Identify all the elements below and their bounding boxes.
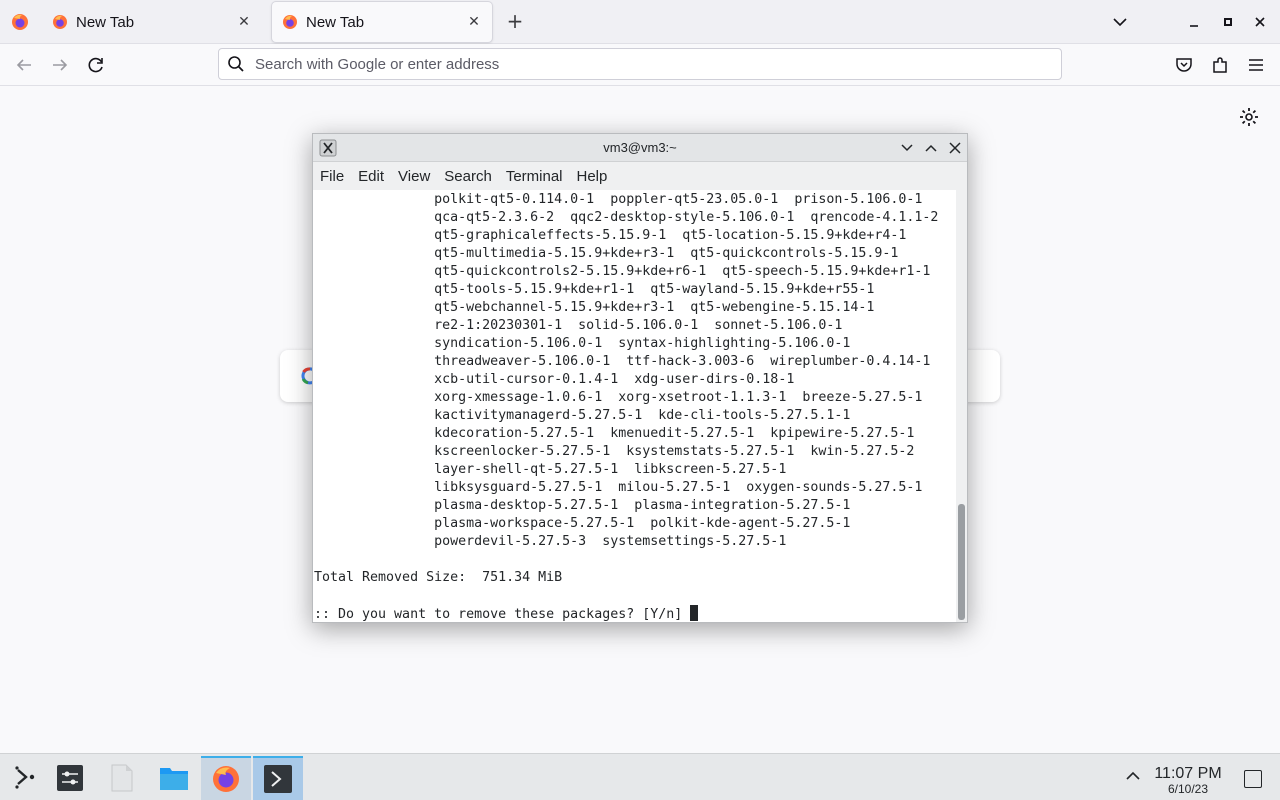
minimize-button[interactable] xyxy=(1184,12,1204,32)
terminal-line: xcb-util-cursor-0.1.4-1 xdg-user-dirs-0.… xyxy=(314,372,795,387)
firefox-favicon-icon xyxy=(53,15,67,29)
menu-terminal[interactable]: Terminal xyxy=(499,168,570,185)
new-tab-button[interactable]: + xyxy=(504,10,526,32)
terminal-line: plasma-desktop-5.27.5-1 plasma-integrati… xyxy=(314,498,851,513)
hamburger-menu-icon[interactable] xyxy=(1245,54,1267,76)
terminal-prompt-text: :: Do you want to remove these packages?… xyxy=(314,607,691,622)
terminal-line: Total Removed Size: 751.34 MiB xyxy=(314,570,563,585)
extensions-icon[interactable] xyxy=(1209,54,1231,76)
taskbar: 11:07 PM 6/10/23 xyxy=(0,753,1280,800)
maximize-button[interactable] xyxy=(1218,12,1238,32)
terminal-line: qt5-webchannel-5.15.9+kde+r3-1 qt5-weben… xyxy=(314,300,875,315)
terminal-line: syndication-5.106.0-1 syntax-highlightin… xyxy=(314,336,851,351)
menu-file[interactable]: File xyxy=(313,168,351,185)
terminal-line: qt5-tools-5.15.9+kde+r1-1 qt5-wayland-5.… xyxy=(314,282,875,297)
close-icon[interactable] xyxy=(947,140,963,156)
application-launcher[interactable] xyxy=(0,756,50,800)
terminal-line: qt5-graphicaleffects-5.15.9-1 qt5-locati… xyxy=(314,228,907,243)
address-bar[interactable] xyxy=(218,48,1062,80)
menu-view[interactable]: View xyxy=(391,168,437,185)
terminal-line: kdecoration-5.27.5-1 kmenuedit-5.27.5-1 … xyxy=(314,426,915,441)
terminal-app-icon xyxy=(264,765,292,793)
menu-help[interactable]: Help xyxy=(570,168,615,185)
show-desktop-button[interactable] xyxy=(1244,770,1262,788)
menu-edit[interactable]: Edit xyxy=(351,168,391,185)
settings-app-icon xyxy=(57,765,83,791)
navigation-toolbar xyxy=(0,44,1280,86)
tab-label: New Tab xyxy=(76,13,135,31)
list-all-tabs-chevron-icon[interactable] xyxy=(1110,12,1130,32)
tab-label: New Tab xyxy=(306,13,365,31)
terminal-cursor xyxy=(690,605,699,621)
close-tab-icon[interactable]: ✕ xyxy=(236,14,252,30)
taskbar-system-settings[interactable] xyxy=(45,756,95,800)
terminal-line: polkit-qt5-0.114.0-1 poppler-qt5-23.05.0… xyxy=(314,192,923,207)
tab-new-tab-1[interactable]: New Tab ✕ xyxy=(42,2,262,42)
reload-icon[interactable] xyxy=(85,54,107,76)
clock-date[interactable]: 6/10/23 xyxy=(1148,782,1228,796)
terminal-line: kscreenlocker-5.27.5-1 ksystemstats-5.27… xyxy=(314,444,915,459)
terminal-scrollbar-thumb[interactable] xyxy=(958,504,965,620)
taskbar-text-editor[interactable] xyxy=(97,756,147,800)
folder-app-icon xyxy=(160,768,188,790)
terminal-line: qt5-quickcontrols2-5.15.9+kde+r6-1 qt5-s… xyxy=(314,264,931,279)
document-app-icon xyxy=(111,764,133,792)
tab-bar: New Tab ✕ New Tab ✕ + xyxy=(0,0,1280,44)
search-icon xyxy=(228,56,244,72)
terminal-line: xorg-xmessage-1.0.6-1 xorg-xsetroot-1.1.… xyxy=(314,390,923,405)
terminal-titlebar[interactable]: vm3@vm3:~ xyxy=(313,134,967,162)
gear-icon[interactable] xyxy=(1238,106,1260,128)
terminal-line: layer-shell-qt-5.27.5-1 libkscreen-5.27.… xyxy=(314,462,787,477)
maximize-chevron-icon[interactable] xyxy=(923,140,939,156)
taskbar-firefox[interactable] xyxy=(201,756,251,800)
clock-time[interactable]: 11:07 PM xyxy=(1148,765,1228,783)
terminal-line: qca-qt5-2.3.6-2 qqc2-desktop-style-5.106… xyxy=(314,210,939,225)
terminal-prompt-line: :: Do you want to remove these packages?… xyxy=(314,605,699,622)
forward-arrow-icon[interactable] xyxy=(49,54,71,76)
terminal-menubar: File Edit View Search Terminal Help xyxy=(313,162,967,190)
system-tray-expand-icon[interactable] xyxy=(1124,767,1142,785)
terminal-line: kactivitymanagerd-5.27.5-1 kde-cli-tools… xyxy=(314,408,851,423)
terminal-output[interactable]: polkit-qt5-0.114.0-1 poppler-qt5-23.05.0… xyxy=(313,190,956,622)
plasma-launcher-icon xyxy=(15,766,35,789)
close-tab-icon[interactable]: ✕ xyxy=(466,14,482,30)
menu-search[interactable]: Search xyxy=(437,168,499,185)
firefox-view-icon[interactable] xyxy=(10,12,30,32)
taskbar-file-manager[interactable] xyxy=(149,756,199,800)
close-window-button[interactable] xyxy=(1250,12,1270,32)
terminal-title: vm3@vm3:~ xyxy=(603,140,677,155)
back-arrow-icon[interactable] xyxy=(13,54,35,76)
tab-new-tab-2[interactable]: New Tab ✕ xyxy=(272,2,492,42)
taskbar-terminal[interactable] xyxy=(253,756,303,800)
firefox-app-icon xyxy=(213,766,239,792)
address-input[interactable] xyxy=(255,55,1035,73)
terminal-window[interactable]: vm3@vm3:~ File Edit View Search Terminal… xyxy=(312,133,968,623)
terminal-line: threadweaver-5.106.0-1 ttf-hack-3.003-6 … xyxy=(314,354,931,369)
minimize-chevron-icon[interactable] xyxy=(899,140,915,156)
terminal-line: libksysguard-5.27.5-1 milou-5.27.5-1 oxy… xyxy=(314,480,923,495)
terminal-line: powerdevil-5.27.5-3 systemsettings-5.27.… xyxy=(314,534,787,549)
firefox-favicon-icon xyxy=(283,15,297,29)
terminal-line: plasma-workspace-5.27.5-1 polkit-kde-age… xyxy=(314,516,851,531)
terminal-line: qt5-multimedia-5.15.9+kde+r3-1 qt5-quick… xyxy=(314,246,899,261)
terminal-line: re2-1:20230301-1 solid-5.106.0-1 sonnet-… xyxy=(314,318,843,333)
pocket-icon[interactable] xyxy=(1173,54,1195,76)
